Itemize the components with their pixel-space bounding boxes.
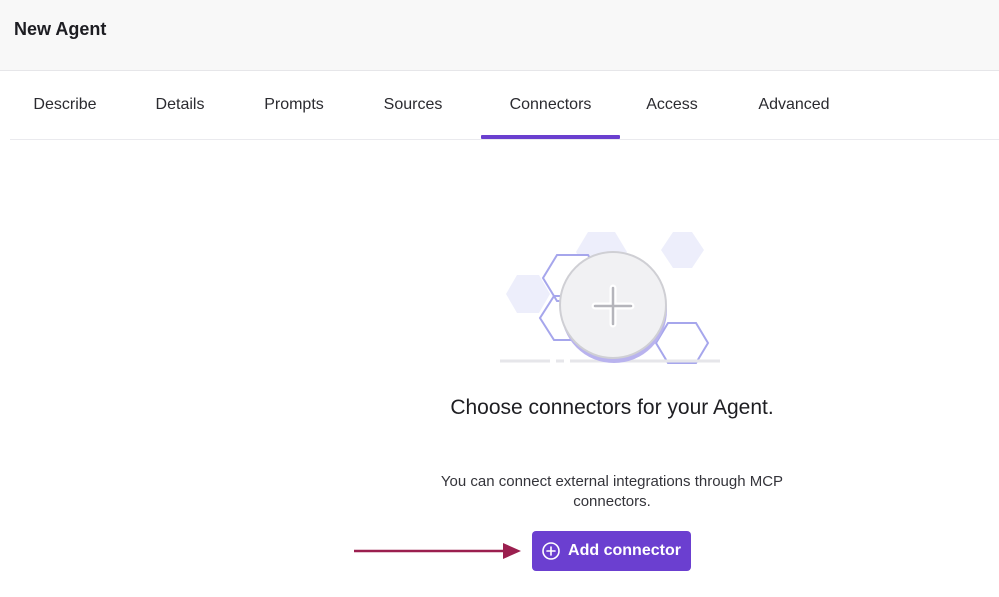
- hexagon-outline: [654, 322, 710, 364]
- hexagon-shape: [506, 275, 550, 313]
- page-title: New Agent: [14, 19, 107, 39]
- hexagon-shape: [661, 232, 704, 268]
- add-circle-icon: [542, 542, 560, 560]
- tab-advanced[interactable]: Advanced: [742, 71, 846, 139]
- pointer-arrow-icon: [354, 543, 521, 559]
- tab-bar: Describe Details Prompts Sources Connect…: [10, 71, 999, 140]
- tab-access[interactable]: Access: [632, 71, 712, 139]
- add-connector-button[interactable]: Add connector: [532, 531, 691, 571]
- tab-details[interactable]: Details: [140, 71, 220, 139]
- empty-state-description: You can connect external integrations th…: [440, 473, 784, 510]
- tab-prompts[interactable]: Prompts: [250, 71, 338, 139]
- tab-sources[interactable]: Sources: [368, 71, 458, 139]
- connectors-illustration: [500, 232, 720, 364]
- app-header: New Agent: [0, 0, 999, 71]
- empty-state-headline: Choose connectors for your Agent.: [450, 396, 774, 419]
- tab-describe[interactable]: Describe: [10, 71, 120, 139]
- add-connector-label: Add connector: [568, 542, 681, 559]
- tab-connectors[interactable]: Connectors: [481, 71, 620, 139]
